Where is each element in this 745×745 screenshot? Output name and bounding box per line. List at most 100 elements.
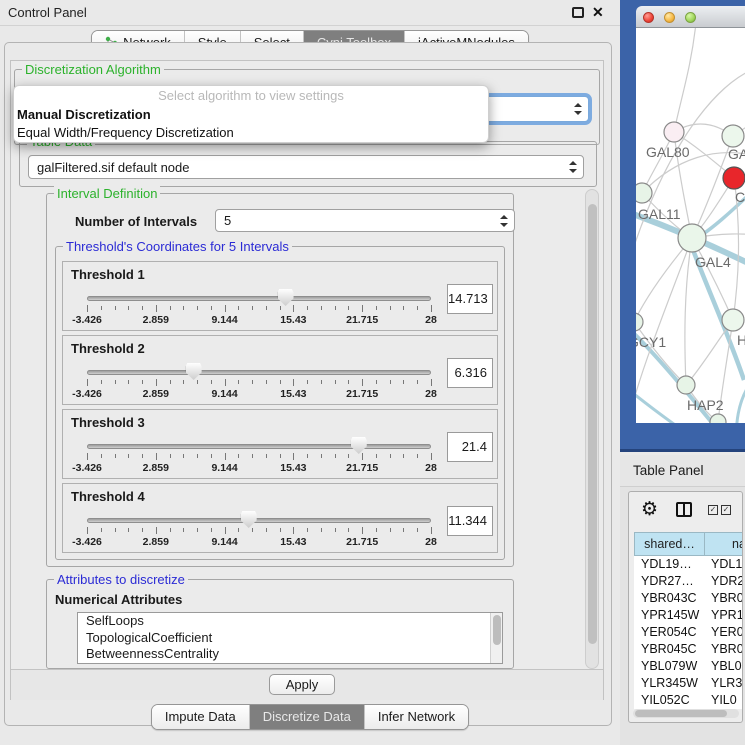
network-node-hap2[interactable] [677, 376, 695, 394]
network-canvas[interactable]: GAL80GACGAL11GAL4GCY1HHAP2 [636, 28, 745, 423]
combo-stepper-icon [568, 161, 577, 173]
dropdown-option-manual-discretization[interactable]: Manual Discretization [14, 106, 488, 124]
table-row[interactable]: YBR043CYBR0 [634, 590, 743, 607]
checkbox-icon[interactable]: ✓ [708, 505, 718, 515]
close-traffic-light-icon[interactable] [643, 12, 654, 23]
dropdown-placeholder[interactable]: Select algorithm to view settings [14, 86, 488, 106]
table-row[interactable]: YPR145WYPR1 [634, 607, 743, 624]
scrollbar-thumb[interactable] [588, 204, 597, 644]
slider-track [87, 296, 431, 301]
threshold-value-field[interactable]: 11.344 [447, 506, 493, 536]
table-row[interactable]: YDL19…YDL1 [634, 556, 743, 573]
slider-tick [238, 306, 239, 310]
slider-tick-label: 15.43 [280, 462, 306, 474]
table-row[interactable]: YLR345WYLR3 [634, 675, 743, 692]
slider-tick [335, 380, 336, 384]
slider-tick [390, 380, 391, 384]
table-row[interactable]: YDR27…YDR2 [634, 573, 743, 590]
column-split-icon[interactable] [676, 502, 692, 517]
slider-tick [115, 528, 116, 532]
network-node-label: GAL11 [638, 206, 681, 222]
tab-infer-network[interactable]: Infer Network [365, 705, 468, 729]
slider-tick [170, 380, 171, 384]
network-node-gal80[interactable] [664, 122, 684, 142]
scrollbar-thumb[interactable] [635, 710, 727, 717]
threshold-value-field[interactable]: 6.316 [447, 358, 493, 388]
slider-tick-label: 15.43 [280, 388, 306, 400]
threshold-value-field[interactable]: 14.713 [447, 284, 493, 314]
table-row[interactable]: YIL052CYIL0 [634, 692, 743, 709]
list-scrollbar[interactable] [490, 613, 502, 663]
slider-tick [197, 306, 198, 310]
gear-icon[interactable]: ⚙ [641, 498, 658, 520]
slider-thumb[interactable] [241, 511, 257, 528]
network-node-c[interactable] [723, 167, 745, 189]
slider-tick [225, 527, 226, 534]
network-node-gal11[interactable] [636, 183, 652, 203]
slider-tick [211, 380, 212, 384]
slider-tick [142, 380, 143, 384]
column-header-shared-name[interactable]: shared… [634, 532, 704, 556]
slider-tick [183, 454, 184, 458]
slider-thumb[interactable] [351, 437, 367, 454]
apply-button[interactable]: Apply [269, 674, 335, 695]
numerical-attributes-list[interactable]: SelfLoopsTopologicalCoefficientBetweenne… [77, 612, 503, 664]
network-node-gcy1[interactable] [636, 313, 643, 331]
zoom-traffic-light-icon[interactable] [685, 12, 696, 23]
network-node[interactable] [710, 414, 726, 423]
slider-tick [156, 305, 157, 312]
threshold-value-field[interactable]: 21.4 [447, 432, 493, 462]
tab-impute-data[interactable]: Impute Data [152, 705, 250, 729]
table-cell: YLR3 [704, 675, 743, 692]
slider-tick [390, 528, 391, 532]
tab-label: Discretize Data [263, 709, 351, 724]
table-row[interactable]: YBL079WYBL0 [634, 658, 743, 675]
threshold-slider[interactable]: -3.4262.8599.14415.4321.71528 [63, 484, 453, 554]
slider-tick [115, 380, 116, 384]
combo-stepper-icon [499, 215, 508, 227]
slider-tick-label: 9.144 [211, 314, 237, 326]
slider-tick [280, 528, 281, 532]
table-panel-region: ⚙ ✓ ✓ shared… na YDL19…YDL1YDR27…YDR2YBR… [620, 487, 745, 745]
column-header-name[interactable]: na [704, 532, 743, 556]
threshold-slider[interactable]: -3.4262.8599.14415.4321.71528 [63, 410, 453, 480]
table-cell: YDR2 [704, 573, 743, 590]
minimize-traffic-light-icon[interactable] [664, 12, 675, 23]
slider-tick [431, 379, 432, 386]
slider-thumb[interactable] [278, 289, 294, 306]
slider-tick-label: 21.715 [346, 388, 378, 400]
slider-tick [307, 454, 308, 458]
close-icon[interactable]: ✕ [592, 4, 604, 21]
table-cell: YDL1 [704, 556, 743, 573]
table-horizontal-scrollbar[interactable] [633, 709, 739, 718]
attribute-item-selfloops[interactable]: SelfLoops [78, 613, 502, 630]
dropdown-option-equal-width-frequency-discretization[interactable]: Equal Width/Frequency Discretization [14, 124, 488, 142]
attribute-item-topologicalcoefficient[interactable]: TopologicalCoefficient [78, 630, 502, 647]
attribute-item-betweennesscentrality[interactable]: BetweennessCentrality [78, 646, 502, 663]
network-window-titlebar[interactable] [636, 6, 745, 28]
table-data-combobox[interactable]: galFiltered.sif default node [28, 155, 584, 179]
combo-stepper-icon [573, 103, 582, 115]
slider-tick [238, 528, 239, 532]
tab-discretize-data[interactable]: Discretize Data [250, 705, 365, 729]
slider-thumb[interactable] [186, 363, 202, 380]
checkbox-icon[interactable]: ✓ [721, 505, 731, 515]
num-intervals-label: Number of Intervals [75, 214, 197, 229]
network-node-h[interactable] [722, 309, 744, 331]
network-node-gal4[interactable] [678, 224, 706, 252]
float-window-icon[interactable] [572, 7, 584, 18]
num-intervals-combobox[interactable]: 5 [215, 209, 515, 232]
slider-tick [348, 454, 349, 458]
network-node-ga[interactable] [722, 125, 744, 147]
slider-tick-label: 28 [425, 314, 437, 326]
numerical-attributes-label: Numerical Attributes [55, 592, 182, 607]
slider-tick-label: 2.859 [143, 536, 169, 548]
slider-tick [238, 380, 239, 384]
threshold-slider[interactable]: -3.4262.8599.14415.4321.71528 [63, 336, 453, 406]
threshold-slider[interactable]: -3.4262.8599.14415.4321.71528 [63, 262, 453, 332]
slider-tick [197, 454, 198, 458]
table-row[interactable]: YER054CYER0 [634, 624, 743, 641]
table-row[interactable]: YBR045CYBR0 [634, 641, 743, 658]
slider-tick [252, 306, 253, 310]
panel-scrollbar[interactable] [585, 189, 599, 669]
